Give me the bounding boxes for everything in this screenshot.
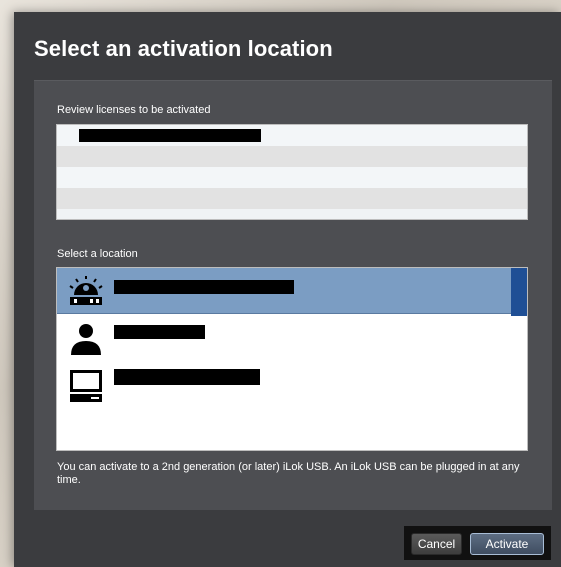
cancel-button[interactable]: Cancel <box>411 533 462 555</box>
dialog-title: Select an activation location <box>34 36 333 61</box>
license-row[interactable] <box>57 146 527 167</box>
location-list[interactable] <box>56 267 528 451</box>
selection-scrollbar[interactable] <box>511 268 527 316</box>
computer-icon <box>70 370 102 402</box>
location-item-computer[interactable] <box>57 363 527 408</box>
content-panel: Review licenses to be activated Select a… <box>34 80 552 510</box>
redacted-location-name <box>114 325 205 339</box>
location-label: Select a location <box>57 248 138 260</box>
location-item-user[interactable] <box>57 316 527 361</box>
license-list[interactable] <box>56 124 528 220</box>
redacted-location-name <box>114 369 260 385</box>
ilok-usb-icon <box>69 276 103 305</box>
activate-button[interactable]: Activate <box>470 533 544 555</box>
location-item-ilok[interactable] <box>57 268 527 316</box>
redacted-license-name <box>79 129 261 142</box>
licenses-label: Review licenses to be activated <box>57 104 211 116</box>
redacted-location-name <box>114 280 294 294</box>
button-bar: Cancel Activate <box>404 526 551 560</box>
license-row[interactable] <box>57 125 527 146</box>
activation-dialog: Select an activation location Review lic… <box>14 12 561 567</box>
user-icon <box>71 324 101 355</box>
activation-notice: You can activate to a 2nd generation (or… <box>57 461 520 486</box>
license-row[interactable] <box>57 188 527 209</box>
license-row[interactable] <box>57 167 527 188</box>
